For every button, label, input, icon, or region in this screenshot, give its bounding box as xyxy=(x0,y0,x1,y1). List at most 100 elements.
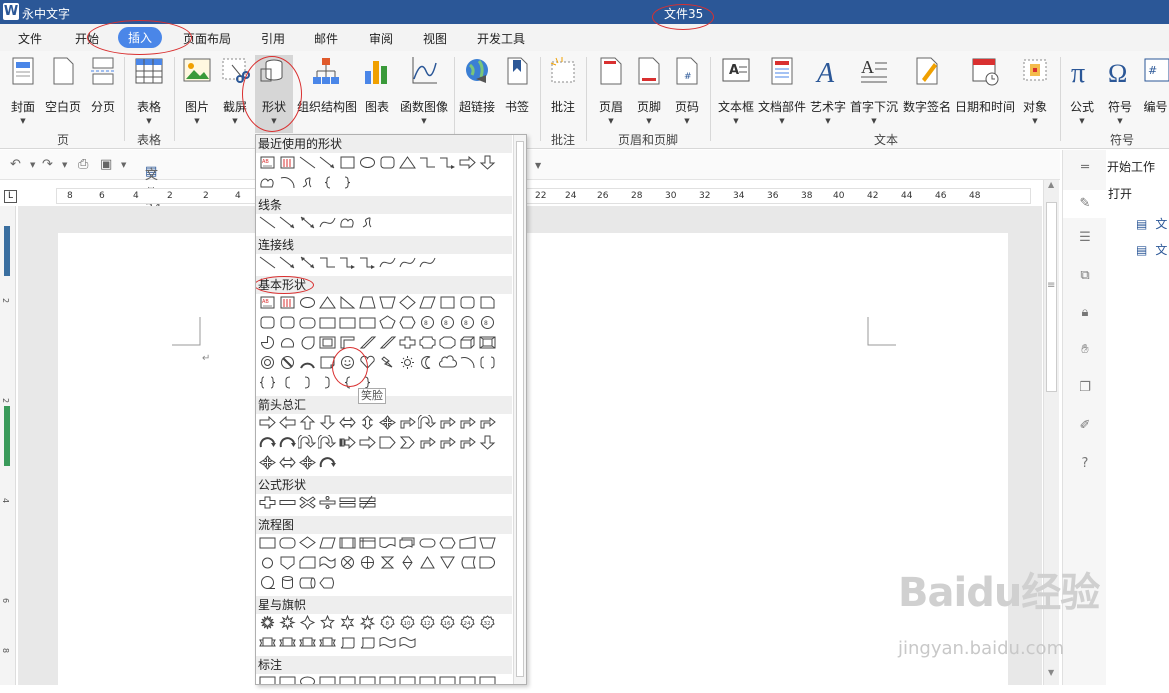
shape-ribbon-icon[interactable] xyxy=(258,635,277,650)
edit-icon[interactable]: ✐ xyxy=(1077,418,1093,434)
shape-bent-icon[interactable] xyxy=(398,415,417,430)
shape-dbrack-icon[interactable] xyxy=(478,355,497,370)
shape-para-icon[interactable] xyxy=(418,295,437,310)
function-graph-button[interactable]: 函数图像 ▼ xyxy=(399,55,449,125)
shape-rrect-icon[interactable] xyxy=(278,315,297,330)
shape-pent-icon[interactable] xyxy=(378,315,397,330)
shape-lbrace-icon[interactable] xyxy=(318,175,337,190)
horizontal-ruler[interactable]: 8 6 4 2 2 4 22 24 26 28 30 32 34 36 38 40 42 44 46 48 xyxy=(56,188,1031,204)
shape-mult-icon[interactable] xyxy=(298,495,317,510)
shape-line-icon[interactable] xyxy=(258,255,277,270)
shape-callout-icon[interactable] xyxy=(418,675,437,684)
shape-oval-icon[interactable] xyxy=(358,155,377,170)
collapse-pane-icon[interactable]: ═ xyxy=(1077,160,1093,176)
digital-signature-button[interactable]: 数字签名 xyxy=(902,55,952,115)
shape-foff-icon[interactable] xyxy=(278,555,297,570)
shape-noent-icon[interactable] xyxy=(278,355,297,370)
shape-star-icon[interactable] xyxy=(298,614,317,631)
shape-circar-icon[interactable] xyxy=(278,435,297,450)
page-number-button[interactable]: # 页码 ▼ xyxy=(672,55,702,125)
shape-curve-icon[interactable] xyxy=(318,215,337,230)
shape-elbowa-icon[interactable] xyxy=(358,255,377,270)
shape-callout-icon[interactable] xyxy=(398,675,417,684)
shape-dbrace-icon[interactable] xyxy=(258,375,277,390)
shape-falt-icon[interactable] xyxy=(298,315,317,330)
shape-fproc-icon[interactable] xyxy=(318,315,337,330)
shape-ad-icon[interactable] xyxy=(478,435,497,450)
copy-icon[interactable]: ❐ xyxy=(1077,380,1093,396)
shape-neq-icon[interactable] xyxy=(358,495,377,510)
bookmark-button[interactable]: 书签 xyxy=(502,55,532,115)
scrollbar-thumb[interactable] xyxy=(1046,202,1057,392)
undo-dropdown-icon[interactable]: ▼ xyxy=(30,161,35,169)
shape-elbowa-icon[interactable] xyxy=(338,255,357,270)
shape-star-icon[interactable]: 10 xyxy=(398,615,417,630)
shape-itrap-icon[interactable] xyxy=(378,295,397,310)
shape-cross-icon[interactable] xyxy=(398,335,417,350)
shape-rtri-icon[interactable] xyxy=(338,295,357,310)
shape-frame-icon[interactable] xyxy=(318,335,337,350)
shape-scroll-icon[interactable] xyxy=(358,635,377,650)
shape-star-icon[interactable]: 32 xyxy=(478,615,497,630)
shape-fdirect-icon[interactable] xyxy=(298,575,317,590)
shape-fdec-icon[interactable] xyxy=(298,535,317,550)
shape-fdoc-icon[interactable] xyxy=(378,535,397,550)
shape-rrect-icon[interactable] xyxy=(458,295,477,310)
shape-bent-icon[interactable] xyxy=(438,415,457,430)
recent-file-item[interactable]: ▤ 文 xyxy=(1136,241,1167,258)
shape-diag-icon[interactable] xyxy=(378,335,397,350)
drop-cap-button[interactable]: A 首字下沉 ▼ xyxy=(849,55,899,125)
shape-scroll-icon[interactable] xyxy=(338,635,357,650)
shape-star-icon[interactable] xyxy=(258,615,277,630)
shape-freeform-icon[interactable] xyxy=(338,215,357,230)
shape-callout-icon[interactable] xyxy=(378,675,397,684)
shape-bevel-icon[interactable] xyxy=(478,335,497,350)
recent-file-item[interactable]: ▤ 文 xyxy=(1136,215,1167,232)
redo-icon[interactable]: ↷ xyxy=(42,157,53,172)
shape-curve-icon[interactable] xyxy=(418,255,437,270)
shape-txt-icon[interactable]: AB xyxy=(258,155,277,170)
shape-rbrack-icon[interactable] xyxy=(298,375,317,390)
save-icon[interactable]: ▣ xyxy=(100,157,112,172)
shape-for-icon[interactable] xyxy=(358,555,377,570)
shape-fprep-icon[interactable] xyxy=(438,535,457,550)
shape-star-icon[interactable]: 8 xyxy=(378,615,397,630)
equation-button[interactable]: π 公式 ▼ xyxy=(1066,55,1098,125)
shape-arrowl-icon[interactable] xyxy=(278,255,297,270)
shape-pie-icon[interactable] xyxy=(258,335,277,350)
picture-button[interactable]: 图片 ▼ xyxy=(182,55,212,125)
scroll-up-icon[interactable]: ▲ xyxy=(1048,180,1054,189)
shape-diag-icon[interactable] xyxy=(358,335,377,350)
shape-ribbon-icon[interactable] xyxy=(318,635,337,650)
scroll-down-icon[interactable]: ▼ xyxy=(1048,668,1054,677)
shape-aud-icon[interactable] xyxy=(358,415,377,430)
shape-fconn-icon[interactable] xyxy=(258,555,277,570)
shape-uturn-icon[interactable] xyxy=(317,433,337,450)
org-chart-button[interactable]: 组织结构图 xyxy=(297,55,357,115)
shape-callout-icon[interactable] xyxy=(438,675,457,684)
shape-fdelay-icon[interactable] xyxy=(478,555,497,570)
shapes-scrollbar[interactable] xyxy=(513,135,526,684)
shape-num-icon[interactable]: 8 xyxy=(418,315,437,330)
shape-pentar-icon[interactable] xyxy=(378,435,397,450)
shape-arc-icon[interactable] xyxy=(298,355,317,370)
shape-wave-icon[interactable] xyxy=(398,635,417,650)
shape-freeform-icon[interactable] xyxy=(258,175,277,190)
shape-fint-icon[interactable] xyxy=(358,535,377,550)
menu-file[interactable]: 文件 xyxy=(18,30,42,47)
shape-uturn-icon[interactable] xyxy=(417,413,437,430)
shape-alr-icon[interactable] xyxy=(338,415,357,430)
shape-num-icon[interactable]: 8 xyxy=(458,315,477,330)
shape-fext-icon[interactable] xyxy=(418,555,437,570)
hyperlink-button[interactable]: 超链接 xyxy=(458,55,496,115)
shape-oval-icon[interactable] xyxy=(298,295,317,310)
page-break-button[interactable]: 分页 xyxy=(88,55,118,115)
shape-fmulti-icon[interactable] xyxy=(398,535,417,550)
tab-list-dropdown-icon[interactable]: ▼ xyxy=(535,161,541,170)
footer-button[interactable]: 页脚 ▼ xyxy=(634,55,664,125)
shape-fproc-icon[interactable] xyxy=(338,315,357,330)
menu-review[interactable]: 审阅 xyxy=(369,30,393,47)
shape-arrowl-icon[interactable] xyxy=(278,215,297,230)
shape-fmanop-icon[interactable] xyxy=(478,535,497,550)
header-button[interactable]: 页眉 ▼ xyxy=(596,55,626,125)
